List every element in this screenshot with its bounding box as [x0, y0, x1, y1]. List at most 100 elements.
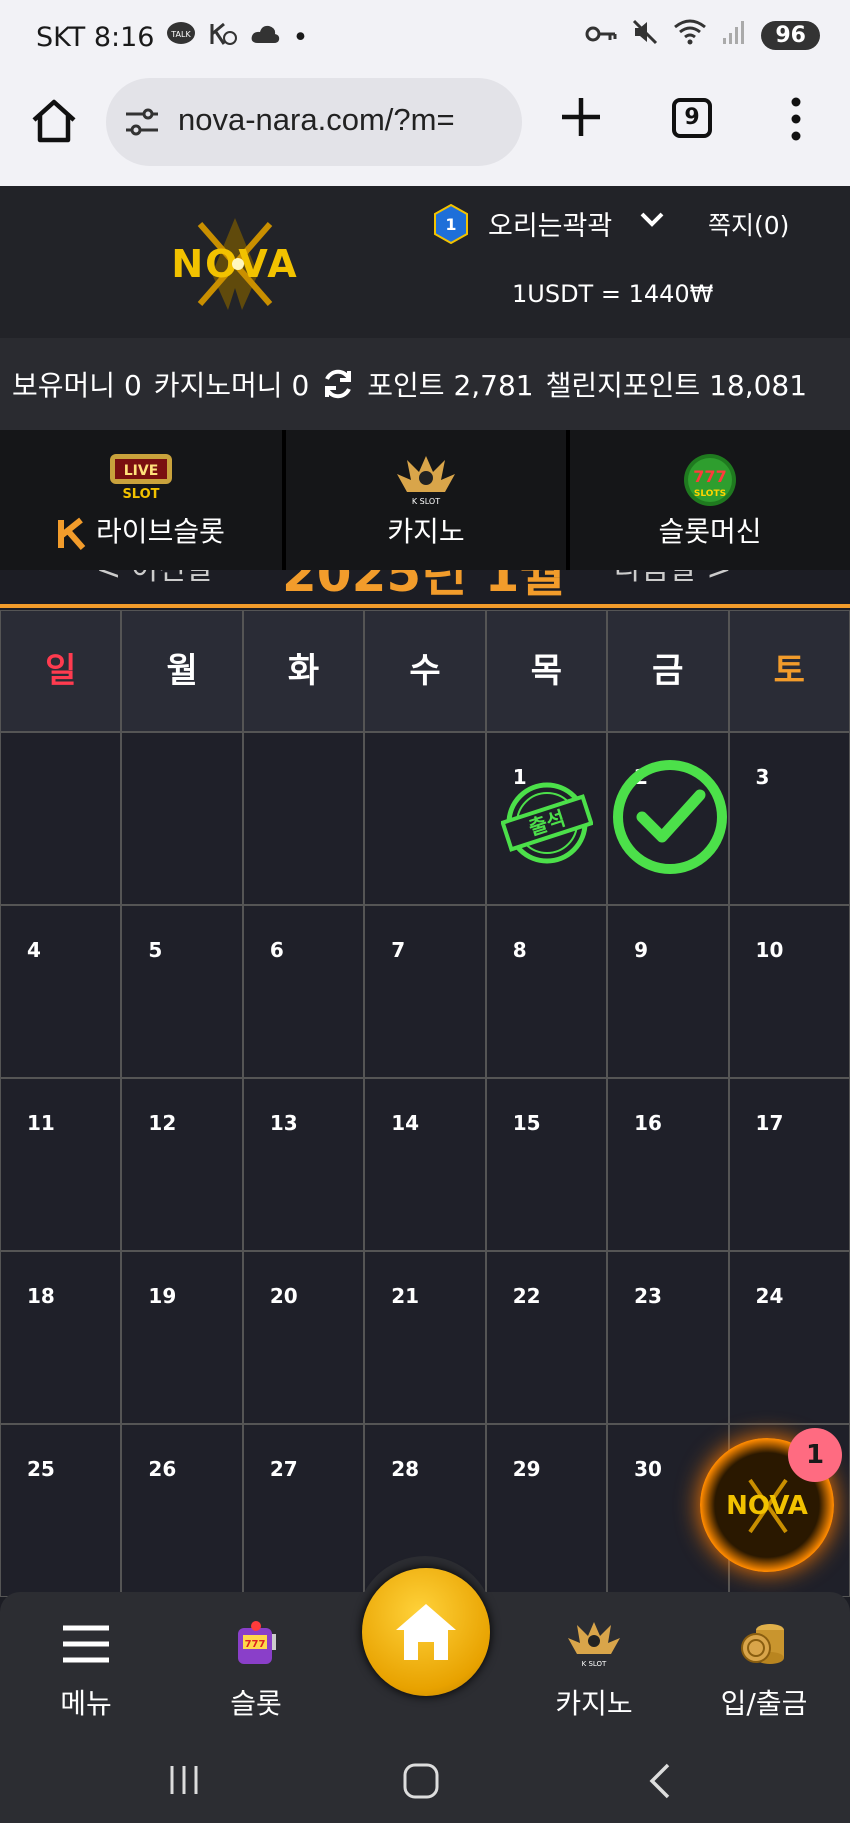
nav-home-button[interactable] [362, 1568, 490, 1696]
calendar-day: 4 [0, 905, 122, 1078]
signal-k-icon [208, 20, 238, 54]
rank-badge-icon: 1 [434, 203, 468, 245]
mute-icon [631, 18, 659, 53]
calendar-day: 29 [485, 1424, 608, 1597]
svg-text:777: 777 [693, 467, 726, 486]
weekday-header: 일 월 화 수 목 금 토 [0, 610, 850, 732]
calendar-week: 1 출석 2 3 [0, 732, 850, 905]
svg-text:SLOT: SLOT [122, 487, 159, 500]
nova-logo[interactable]: NOVA [140, 214, 330, 314]
inbox-link[interactable]: 쪽지(0) [708, 206, 789, 242]
weekday-sat: 토 [728, 610, 850, 732]
tab-switcher-button[interactable]: 9 [672, 98, 712, 138]
tab-label: 카지노 [387, 515, 465, 548]
site-settings-icon[interactable] [124, 104, 160, 140]
calendar-week: 18 19 20 21 22 23 24 [0, 1251, 850, 1424]
browser-home-button[interactable] [28, 96, 80, 148]
live-slot-icon: LIVE SLOT [108, 452, 174, 507]
calendar-week: 4 5 6 7 8 9 10 [0, 905, 850, 1078]
site-header: NOVA 1 오리는곽곽 쪽지(0) 1USDT = 1440₩ [0, 186, 850, 338]
new-tab-button[interactable] [558, 94, 604, 140]
username[interactable]: 오리는곽곽 [488, 204, 612, 243]
checkmark-icon [610, 757, 730, 877]
calendar-day: 25 [0, 1424, 122, 1597]
calendar-day: 24 [728, 1251, 850, 1424]
kakaotalk-icon: TALK [166, 21, 196, 53]
money-balance: 보유머니 0 [12, 369, 142, 402]
calendar-day: 16 [607, 1078, 729, 1251]
attendance-stamp-icon: 출석 [499, 777, 594, 869]
nova-logo-icon: NOVA [726, 1478, 808, 1534]
svg-text:SLOTS: SLOTS [694, 489, 726, 499]
k-slot-icon: K SLOT [393, 452, 459, 515]
calendar-day: 9 [607, 905, 729, 1078]
nav-label: 슬롯 [230, 1687, 282, 1720]
notification-dot: • [292, 21, 309, 53]
more-options-icon[interactable] [784, 94, 808, 144]
key-icon [585, 20, 617, 51]
android-home-icon[interactable] [402, 1762, 440, 1804]
k-brand-icon [57, 515, 87, 550]
recent-apps-icon[interactable] [166, 1762, 202, 1802]
address-bar[interactable]: nova-nara.com/?m= [106, 78, 522, 166]
battery-indicator: 96 [761, 21, 820, 50]
tab-label: 슬롯머신 [658, 515, 762, 548]
calendar-day: 15 [485, 1078, 608, 1251]
refresh-icon[interactable] [321, 367, 355, 401]
calendar-day: 19 [121, 1251, 243, 1424]
nav-deposit-withdraw[interactable]: 입/출금 [694, 1606, 834, 1722]
calendar-day-attended: 1 출석 [485, 732, 608, 905]
calendar-day: 26 [121, 1424, 243, 1597]
svg-text:K SLOT: K SLOT [412, 497, 440, 506]
tab-live-slot[interactable]: LIVE SLOT 라이브슬롯 [0, 430, 282, 570]
nav-label: 입/출금 [720, 1687, 808, 1720]
calendar-day [364, 732, 486, 905]
back-icon[interactable] [646, 1762, 674, 1804]
calendar-day: 12 [121, 1078, 243, 1251]
777-slots-icon: 777 SLOTS [680, 452, 740, 515]
calendar-day: 11 [0, 1078, 122, 1251]
nav-slot[interactable]: 777 슬롯 [186, 1606, 326, 1722]
calendar-day: 7 [364, 905, 486, 1078]
calendar-day [0, 732, 122, 905]
notification-badge: 1 [788, 1428, 842, 1482]
calendar-day [242, 732, 365, 905]
chevron-down-icon[interactable] [640, 212, 664, 228]
calendar-week: 11 12 13 14 15 16 17 [0, 1078, 850, 1251]
calendar-day: 8 [485, 905, 608, 1078]
casino-money-balance: 카지노머니 0 [153, 369, 310, 402]
nav-menu[interactable]: 메뉴 [16, 1606, 156, 1722]
calendar-day: 18 [0, 1251, 122, 1424]
category-tabs: LIVE SLOT 라이브슬롯 K SLOT 카지노 777 SLOTS 슬롯머신 [0, 430, 850, 570]
nav-casino[interactable]: K SLOT 카지노 [524, 1606, 664, 1722]
tab-slot-machine[interactable]: 777 SLOTS 슬롯머신 [566, 430, 850, 570]
cloud-icon [250, 23, 280, 51]
calendar-day: 27 [242, 1424, 365, 1597]
status-bar: SKT 8:16 TALK • 96 [0, 0, 850, 74]
calendar-day: 10 [728, 905, 850, 1078]
calendar-day-checked: 2 [607, 732, 730, 905]
calendar-day: 23 [607, 1251, 729, 1424]
calendar-day: 6 [242, 905, 365, 1078]
balance-bar: 보유머니 0 카지노머니 0 포인트 2,781 챌린지포인트 18,081 [0, 338, 850, 430]
url-text: nova-nara.com/?m= [178, 102, 455, 137]
coins-icon [694, 1606, 834, 1682]
slot-machine-icon: 777 [186, 1606, 326, 1682]
calendar-day: 5 [121, 905, 243, 1078]
tab-casino[interactable]: K SLOT 카지노 [282, 430, 566, 570]
hamburger-icon [16, 1606, 156, 1682]
calendar-day: 22 [485, 1251, 608, 1424]
attendance-calendar: 일 월 화 수 목 금 토 1 출석 2 3 4 5 6 7 8 9 10 11… [0, 610, 850, 1597]
weekday-wed: 수 [364, 610, 486, 732]
carrier-time: SKT 8:16 [36, 21, 155, 53]
svg-text:777: 777 [245, 1639, 266, 1650]
exchange-rate: 1USDT = 1440₩ [512, 280, 714, 308]
calendar-day [121, 732, 243, 905]
weekday-mon: 월 [121, 610, 243, 732]
browser-toolbar: nova-nara.com/?m= 9 [0, 74, 850, 186]
challenge-points-balance: 챌린지포인트 18,081 [545, 369, 808, 402]
nav-label: 메뉴 [60, 1687, 112, 1720]
calendar-day: 14 [364, 1078, 486, 1251]
calendar-day: 17 [728, 1078, 850, 1251]
calendar-day: 20 [242, 1251, 365, 1424]
